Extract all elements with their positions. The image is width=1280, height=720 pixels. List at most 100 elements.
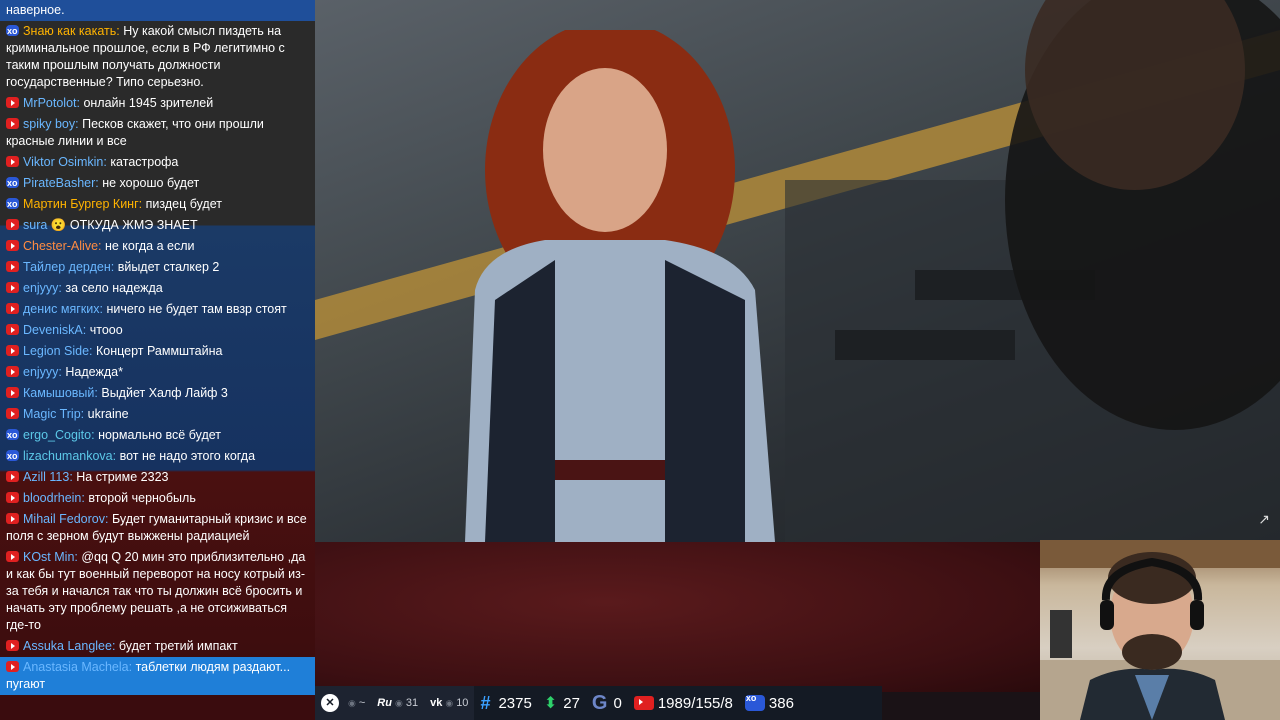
chat-nickname[interactable]: sura [23, 218, 47, 232]
chat-message: Chester-Alive: не когда а если [0, 236, 315, 257]
chat-message: Magic Trip: ukraine [0, 404, 315, 425]
up-stat-group: ⬍ 27 [538, 686, 586, 720]
chat-nickname[interactable]: Magic Trip: [23, 407, 84, 421]
chat-nickname[interactable]: Anastasia Machela: [23, 660, 132, 674]
chat-nickname[interactable]: Mihail Fedorov: [23, 512, 108, 526]
youtube-icon [6, 324, 19, 335]
chat-text: онлайн 1945 зрителей [83, 96, 214, 110]
chat-message: Mihail Fedorov: Будет гуманитарный кризи… [0, 509, 315, 547]
chat-nickname[interactable]: KOst Min: [23, 550, 78, 564]
chat-nickname[interactable]: Assuka Langlee: [23, 639, 115, 653]
chat-message: Legion Side: Концерт Раммштайна [0, 341, 315, 362]
chat-text: катастрофа [110, 155, 179, 169]
chat-text: будет третий импакт [118, 639, 238, 653]
vkplay-icon [6, 196, 19, 213]
stream-overlay-background [315, 542, 1040, 692]
chat-text: ukraine [87, 407, 129, 421]
youtube-icon [6, 408, 19, 419]
youtube-icon [6, 261, 19, 272]
chat-message: наверное. [0, 0, 315, 21]
chat-nickname[interactable]: денис мягких: [23, 302, 103, 316]
chat-text: за село надежда [65, 281, 163, 295]
vk-stat-group: vk ◉ 10 [424, 686, 475, 720]
chat-nickname[interactable]: Viktor Osimkin: [23, 155, 107, 169]
chat-panel: наверное. Знаю как какать: Ну какой смысл… [0, 0, 315, 720]
chat-text: пиздец будет [145, 197, 222, 211]
chat-text: ОТКУДА ЖМЭ ЗНАЕТ [69, 218, 198, 232]
youtube-icon [6, 240, 19, 251]
up-down-arrows-icon: ⬍ [543, 695, 558, 712]
g-count: 0 [613, 694, 622, 712]
youtube-icon [6, 219, 19, 230]
chat-nickname[interactable]: lizachumankova: [23, 449, 116, 463]
youtube-icon [6, 640, 19, 651]
chat-nickname[interactable]: MrPotolot: [23, 96, 80, 110]
ru-label: Ru [377, 697, 392, 709]
ru-count: 31 [405, 697, 419, 709]
stream-stats-bar: ✕ ◉ ~ Ru ◉ 31 vk ◉ 10 # 2375 ⬍ 27 G 0 198… [315, 686, 882, 720]
chat-message: Камышовый: Выдйет Халф Лайф 3 [0, 383, 315, 404]
chat-nickname[interactable]: Мартин Бургер Кинг: [23, 197, 142, 211]
vkplay-icon [6, 448, 19, 465]
chat-message: Мартин Бургер Кинг: пиздец будет [0, 194, 315, 215]
hash-stat-group: # 2375 [474, 686, 537, 720]
chat-text: не когда а если [104, 239, 195, 253]
eye-icon: ◉ [445, 697, 454, 708]
chat-emoji: 😮 [50, 218, 67, 232]
chat-text: чтооо [89, 323, 123, 337]
chat-message: Assuka Langlee: будет третий импакт [0, 636, 315, 657]
chat-nickname[interactable]: ergo_Cogito: [23, 428, 95, 442]
vkplay-icon [6, 23, 19, 40]
chat-message: KOst Min: @qq Q 20 мин это приблизительн… [0, 547, 315, 636]
chat-nickname[interactable]: enjyyy: [23, 365, 62, 379]
vk-count: 10 [456, 697, 469, 709]
youtube-icon [6, 471, 19, 482]
chat-nickname[interactable]: Знаю как какать: [23, 24, 120, 38]
chat-message-list: наверное. Знаю как какать: Ну какой смысл… [0, 0, 315, 695]
chat-message: lizachumankova: вот не надо этого когда [0, 446, 315, 467]
chat-nickname[interactable]: bloodrhein: [23, 491, 85, 505]
chat-nickname[interactable]: Тайлер дерден: [23, 260, 114, 274]
hash-count: 2375 [498, 694, 532, 712]
chat-text: Выдйет Халф Лайф 3 [101, 386, 228, 400]
chat-text: наверное. [6, 3, 65, 17]
chat-message: enjyyy: Надежда* [0, 362, 315, 383]
cursor-icon: ↗ [1258, 511, 1270, 527]
chat-text: ничего не будет там ввзр стоят [106, 302, 287, 316]
youtube-icon [6, 282, 19, 293]
chat-nickname[interactable]: Azill 113: [23, 470, 73, 484]
vkplay-icon [6, 175, 19, 192]
chat-message: sura 😮 ОТКУДА ЖМЭ ЗНАЕТ [0, 215, 315, 236]
chat-nickname[interactable]: Камышовый: [23, 386, 98, 400]
chat-nickname[interactable]: spiky boy: [23, 117, 79, 131]
chat-message: DeveniskA: чтооо [0, 320, 315, 341]
chat-message: Viktor Osimkin: катастрофа [0, 152, 315, 173]
chat-message: Знаю как какать: Ну какой смысл пиздеть … [0, 21, 315, 93]
chat-text: Концерт Раммштайна [96, 344, 223, 358]
streamer-figure [1040, 540, 1280, 720]
video-player[interactable]: ↗ [315, 0, 1280, 542]
vkplay-count: 386 [768, 694, 794, 712]
chat-message: spiky boy: Песков скажет, что они прошли… [0, 114, 315, 152]
twitch-dash: ~ [358, 697, 366, 709]
youtube-icon [6, 97, 19, 108]
youtube-icon [6, 366, 19, 377]
chat-text: второй чернобыль [88, 491, 196, 505]
g-icon: G [591, 691, 608, 714]
close-icon[interactable]: ✕ [321, 694, 339, 712]
chat-nickname[interactable]: Legion Side: [23, 344, 93, 358]
chat-nickname[interactable]: enjyyy: [23, 281, 62, 295]
chat-message: Anastasia Machela: таблетки людям раздаю… [0, 657, 315, 695]
chat-message: PirateBasher: не хорошо будет [0, 173, 315, 194]
chat-text: вот не надо этого когда [119, 449, 256, 463]
youtube-icon [6, 551, 19, 562]
youtube-icon [6, 661, 19, 672]
chat-nickname[interactable]: PirateBasher: [23, 176, 99, 190]
vkplay-icon [744, 693, 765, 711]
youtube-icon [6, 303, 19, 314]
webcam-feed [1040, 540, 1280, 720]
chat-nickname[interactable]: DeveniskA: [23, 323, 86, 337]
g-stat-group: G 0 [586, 686, 628, 720]
chat-nickname[interactable]: Chester-Alive: [23, 239, 102, 253]
up-count: 27 [563, 694, 580, 712]
